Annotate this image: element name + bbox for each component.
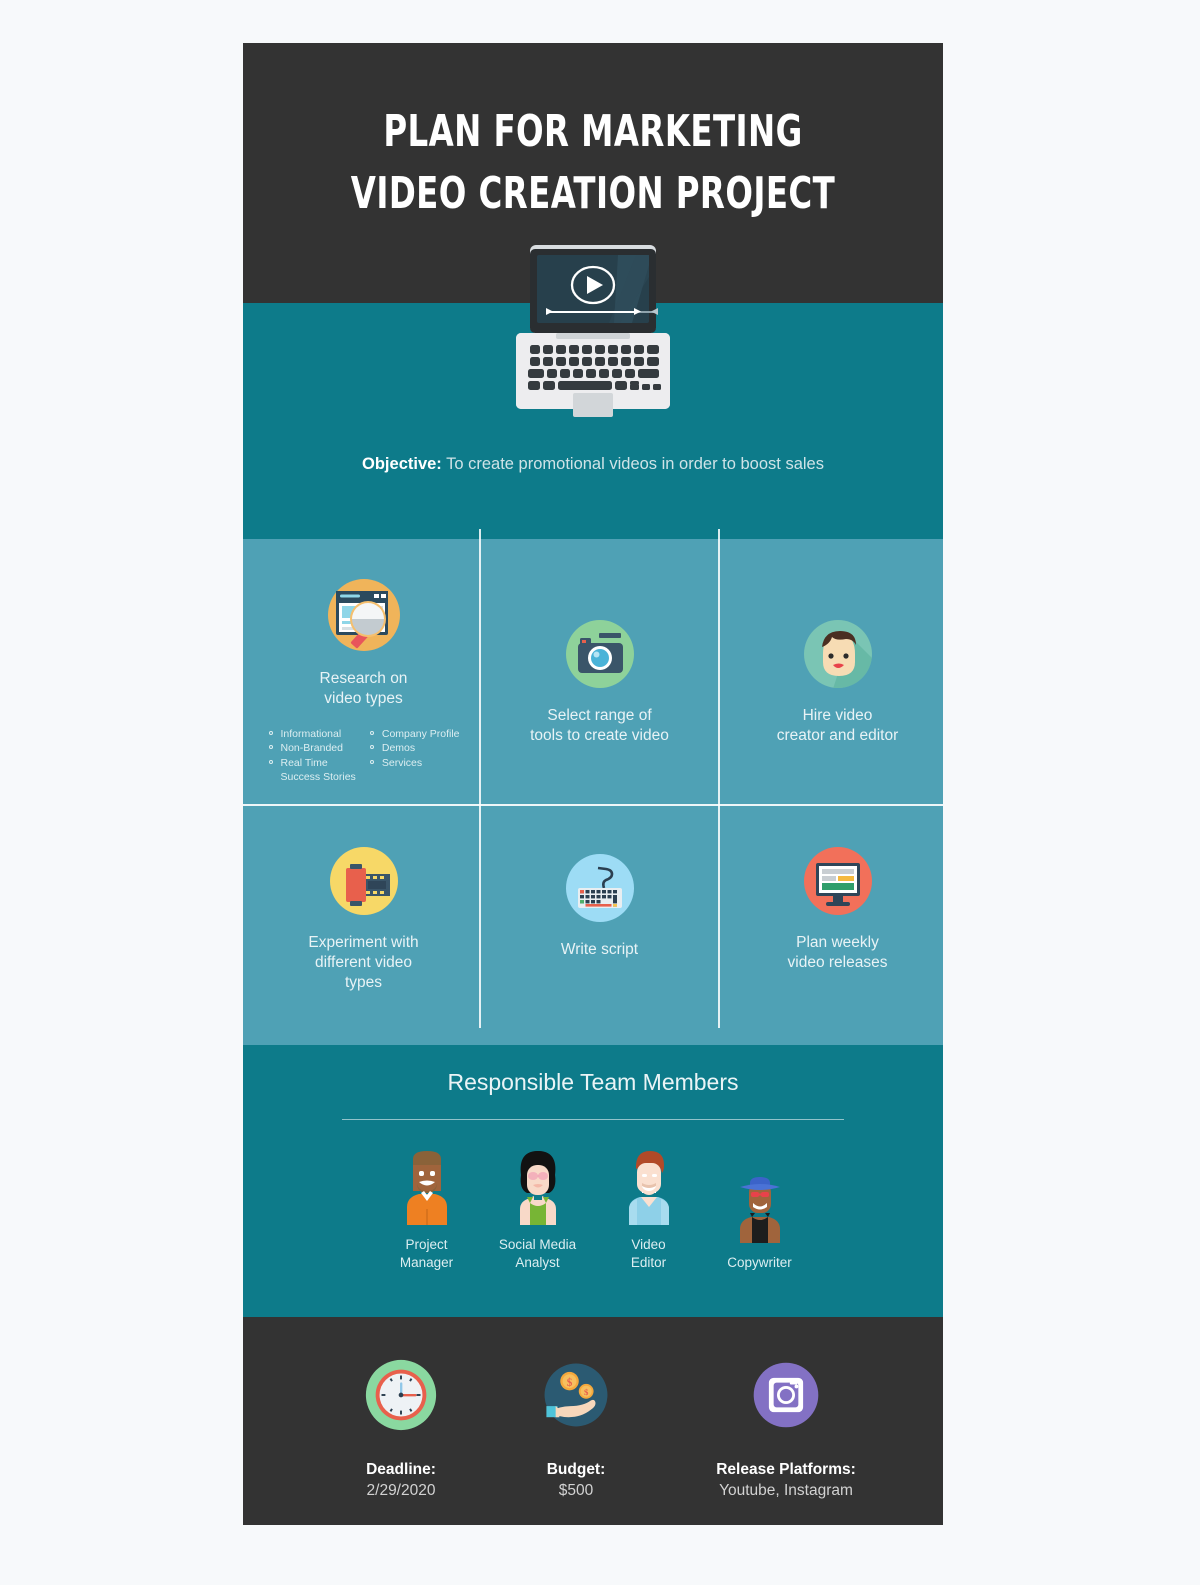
list-item-continuation: Success Stories	[268, 770, 356, 784]
team-member-name-line-1: Video	[631, 1237, 666, 1252]
svg-text:$: $	[567, 1376, 573, 1388]
step-caption: Research on video types	[247, 669, 480, 709]
step-caption-line-2: creator and editor	[776, 726, 899, 744]
step-card-release-plan[interactable]: Plan weekly video releases	[721, 829, 943, 973]
step-card-hire[interactable]: Hire video creator and editor	[721, 602, 943, 746]
page-title: PLAN FOR MARKETING VIDEO CREATION PROJEC…	[306, 43, 880, 226]
list-item: Services	[369, 756, 460, 770]
avatar-video-editor	[593, 1141, 704, 1225]
footer-label: Deadline:	[366, 1461, 436, 1478]
bullet-dot-icon	[369, 730, 374, 735]
list-item: Demos	[369, 741, 460, 755]
avatar-social-media-analyst	[482, 1141, 593, 1225]
list-item: Informational	[268, 727, 356, 741]
team-member-name: Project Manager	[371, 1236, 482, 1271]
footer-value: 2/29/2020	[366, 1482, 436, 1499]
list-item-label: Real Time	[280, 756, 328, 769]
team-member-name-line-2: Manager	[399, 1254, 454, 1270]
bullet-dot-icon	[268, 745, 273, 750]
bullet-dot-icon	[268, 759, 273, 764]
step-caption-line-2: video releases	[787, 953, 888, 971]
step-caption: Select range of tools to create video	[483, 706, 716, 746]
team-section: Responsible Team Members Project Manager…	[243, 1045, 943, 1317]
objective-value: To create promotional videos in order to…	[446, 455, 824, 473]
laptop-video-icon	[508, 243, 678, 423]
infographic-poster: PLAN FOR MARKETING VIDEO CREATION PROJEC…	[243, 43, 943, 1525]
step-card-experiment[interactable]: Experiment with different video types	[247, 829, 480, 992]
team-title: Responsible Team Members	[447, 1069, 739, 1095]
camera-icon	[483, 602, 716, 706]
step-caption-line-1: Select range of	[547, 707, 652, 724]
step-card-research[interactable]: Research on video types Informational No…	[247, 565, 480, 785]
video-types-list-left: Informational Non-Branded Real Time Succ…	[268, 727, 356, 785]
step-caption-line-2: video types	[324, 689, 403, 707]
list-item-label: Informational	[280, 727, 342, 740]
avatar-copywriter	[704, 1159, 815, 1243]
instagram-icon[interactable]	[671, 1347, 901, 1442]
step-caption-line-1: Write script	[560, 941, 639, 958]
clock-icon	[321, 1347, 481, 1442]
footer-label: Release Platforms:	[716, 1461, 856, 1478]
list-item: Real Time	[268, 756, 356, 770]
team-member-name: Copywriter	[704, 1254, 815, 1272]
step-caption-line-2: tools to create video	[530, 726, 669, 744]
list-item: Company Profile	[369, 727, 460, 741]
step-caption-line-3: types	[344, 973, 383, 991]
monitor-icon	[721, 829, 943, 933]
list-item: Non-Branded	[268, 741, 356, 755]
research-magnifier-icon	[247, 565, 480, 669]
footer-item-deadline: Deadline: 2/29/2020	[321, 1347, 481, 1500]
bullet-dot-icon	[369, 745, 374, 750]
step-caption-line-1: Plan weekly	[796, 934, 879, 951]
title-line-2: VIDEO CREATION PROJECT	[350, 168, 836, 220]
step-caption: Plan weekly video releases	[721, 933, 943, 973]
team-member-name: Social Media Analyst	[482, 1236, 593, 1271]
team-member-name-line-1: Project	[405, 1237, 448, 1252]
steps-grid-section: Research on video types Informational No…	[243, 529, 943, 1045]
bullet-dot-icon	[369, 759, 374, 764]
footer-item-platforms: Release Platforms: Youtube, Instagram	[671, 1347, 901, 1500]
footer-value: Youtube, Instagram	[719, 1482, 853, 1499]
footer-item-budget: $ $ Budget: $500	[501, 1347, 651, 1500]
video-types-list-right: Company Profile Demos Services	[369, 727, 460, 785]
avatar-project-manager	[371, 1141, 482, 1225]
team-member-name: Video Editor	[593, 1236, 704, 1271]
hand-money-icon: $ $	[501, 1347, 651, 1442]
team-member-name-line-1: Copywriter	[727, 1254, 792, 1270]
team-member[interactable]: Video Editor	[593, 1141, 704, 1271]
team-member[interactable]: Copywriter	[704, 1159, 815, 1272]
film-roll-icon	[247, 829, 480, 933]
keyboard-icon	[483, 836, 716, 940]
step-caption: Hire video creator and editor	[721, 706, 943, 746]
objective-text: Objective: To create promotional videos …	[243, 455, 943, 474]
list-item-label: Non-Branded	[280, 742, 343, 755]
step-card-tools[interactable]: Select range of tools to create video	[483, 602, 716, 746]
team-member-name-line-2: Editor	[630, 1254, 667, 1270]
step-card-script[interactable]: Write script	[483, 836, 716, 960]
step-caption-line-2: different video	[314, 953, 413, 971]
footer-section: Deadline: 2/29/2020 $ $ Budget: $500 Rel…	[243, 1317, 943, 1525]
list-item-label: Company Profile	[381, 727, 460, 740]
team-member-name-line-2: Analyst	[515, 1254, 560, 1270]
team-member[interactable]: Social Media Analyst	[482, 1141, 593, 1271]
video-types-list: Informational Non-Branded Real Time Succ…	[268, 727, 460, 785]
step-caption: Write script	[483, 940, 716, 960]
list-item-label: Success Stories	[280, 771, 356, 784]
team-divider	[342, 1119, 844, 1120]
step-caption: Experiment with different video types	[247, 933, 480, 992]
step-caption-line-1: Research on	[319, 670, 408, 687]
footer-value: $500	[558, 1482, 594, 1499]
bullet-dot-icon	[268, 730, 273, 735]
person-face-icon	[721, 602, 943, 706]
team-member-name-line-1: Social Media	[498, 1237, 577, 1252]
svg-text:$: $	[584, 1387, 589, 1397]
step-caption-line-1: Hire video	[802, 707, 873, 724]
team-member[interactable]: Project Manager	[371, 1141, 482, 1271]
step-caption-line-1: Experiment with	[308, 934, 419, 951]
list-item-label: Services	[381, 756, 423, 769]
objective-label: Objective:	[362, 455, 442, 473]
list-item-label: Demos	[381, 742, 416, 755]
footer-label: Budget:	[546, 1461, 606, 1478]
title-line-1: PLAN FOR MARKETING	[383, 106, 803, 157]
